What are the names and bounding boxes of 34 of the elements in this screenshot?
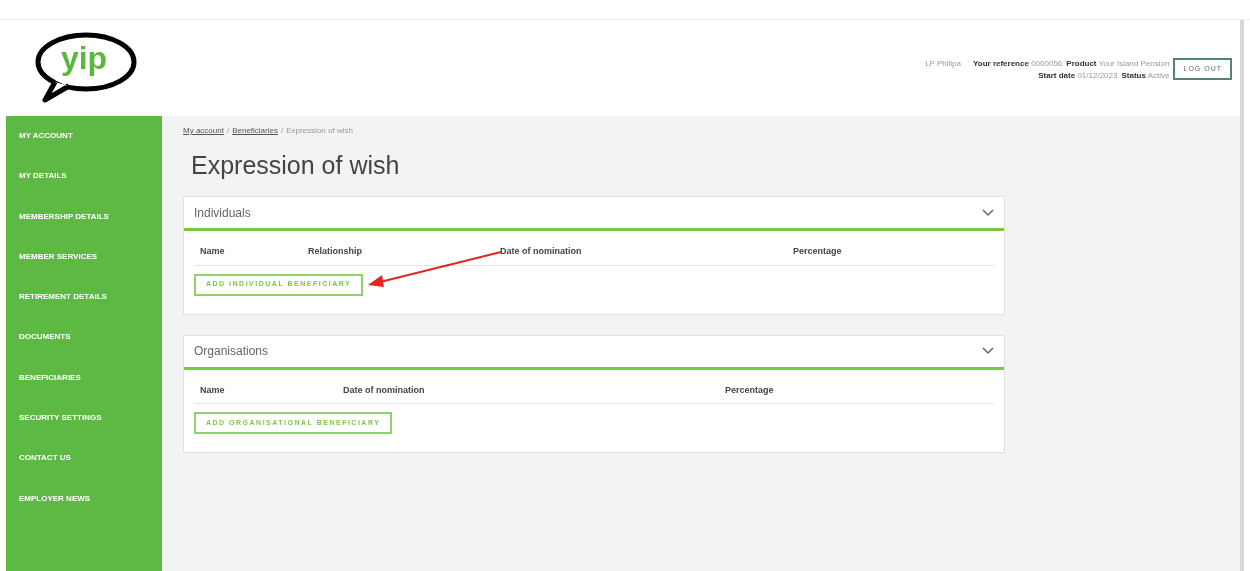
breadcrumb-link[interactable]: My account	[183, 125, 224, 137]
sidebar-item[interactable]: MEMBERSHIP DETAILS	[6, 210, 162, 251]
column-header: Name	[200, 245, 226, 258]
column-header: Name	[200, 383, 226, 397]
sidebar-item[interactable]: EMPLOYER NEWS	[6, 492, 162, 533]
section-header[interactable]: Organisations	[184, 335, 1004, 370]
section-title: Organisations	[194, 343, 269, 360]
column-header: Date of nomination	[500, 245, 583, 258]
sidebar-item[interactable]: MY ACCOUNT	[6, 130, 162, 171]
sidebar-item[interactable]: DOCUMENTS	[6, 331, 162, 372]
column-header: Percentage	[793, 245, 843, 258]
section-header[interactable]: Individuals	[184, 197, 1004, 231]
breadcrumb-current: Expression of wish	[286, 125, 353, 137]
sidebar-item[interactable]: CONTACT US	[6, 452, 162, 493]
account-field: Product Your Island Pension	[1066, 58, 1170, 70]
column-header: Date of nomination	[343, 383, 426, 397]
column-header: Relationship	[308, 245, 363, 258]
user-name: LP Philipa	[925, 58, 962, 70]
chevron-icon	[982, 347, 994, 355]
account-field: Start date 01/12/2023	[1038, 70, 1118, 82]
sidebar-item[interactable]: RETIREMENT DETAILS	[6, 291, 162, 332]
section-title: Individuals	[194, 204, 251, 222]
chevron-icon	[982, 208, 994, 217]
sidebar-item[interactable]: MY DETAILS	[6, 170, 162, 211]
sidebar-item[interactable]: BENEFICIARIES	[6, 371, 162, 413]
breadcrumb-separator: /	[226, 125, 230, 137]
account-field: Status Active	[1121, 70, 1170, 82]
sidebar-item[interactable]: MEMBER SERVICES	[6, 250, 162, 292]
breadcrumb-separator: /	[280, 125, 284, 137]
page-title: Expression of wish	[191, 153, 401, 178]
sidebar-item[interactable]: SECURITY SETTINGS	[6, 412, 162, 453]
account-field: Your reference 0000056	[973, 58, 1063, 70]
breadcrumb-link[interactable]: Beneficiaries	[232, 125, 278, 137]
column-header: Percentage	[725, 383, 775, 397]
